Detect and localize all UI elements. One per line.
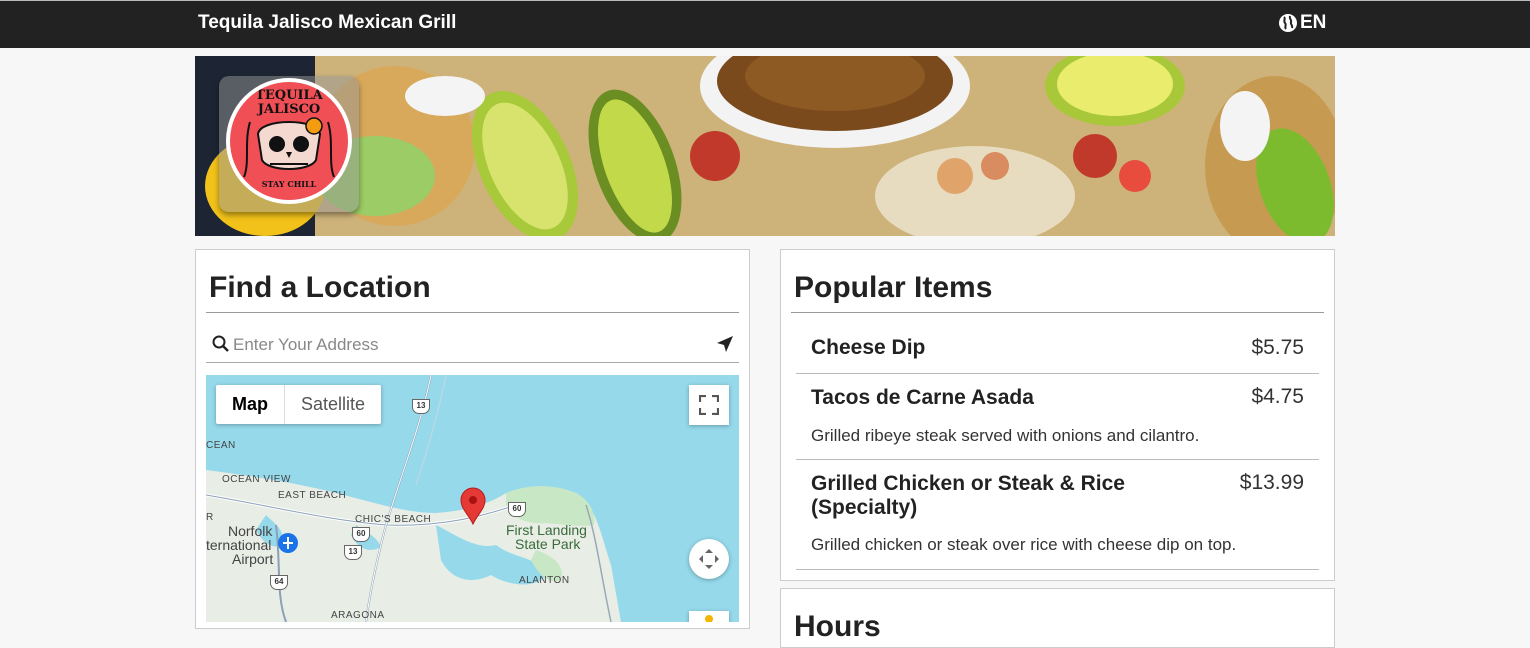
logo-text-1: TEQUILA bbox=[255, 88, 323, 103]
map-label-alanton: ALANTON bbox=[519, 575, 570, 586]
map-type-toggle: Map Satellite bbox=[216, 385, 382, 424]
route-shield: 60 bbox=[352, 527, 370, 542]
map-view-button[interactable]: Map bbox=[216, 385, 284, 424]
logo-tagline: STAY CHILL bbox=[261, 179, 317, 189]
restaurant-logo[interactable]: TEQUILA JALISCO STAY CHILL bbox=[226, 78, 352, 204]
menu-item-price: $5.75 bbox=[1251, 336, 1304, 359]
menu-item-name: Grilled Chicken or Steak & Rice (Special… bbox=[811, 472, 1125, 519]
hero-banner bbox=[195, 56, 1335, 236]
satellite-view-button[interactable]: Satellite bbox=[284, 385, 381, 424]
location-title: Find a Location bbox=[209, 271, 431, 304]
logo-text-2: JALISCO bbox=[257, 102, 321, 117]
menu-item[interactable]: Cheese Dip $5.75 bbox=[796, 322, 1319, 374]
menu-item-price: $13.99 bbox=[1239, 471, 1304, 494]
language-label: EN bbox=[1300, 12, 1327, 33]
search-icon bbox=[212, 335, 229, 352]
hero-food-image bbox=[195, 56, 1335, 236]
map-label-r: R bbox=[206, 512, 214, 523]
menu-item-description: Grilled chicken or steak over rice with … bbox=[811, 535, 1237, 554]
pegman-icon bbox=[705, 615, 713, 622]
fullscreen-icon bbox=[699, 395, 719, 415]
locate-me-icon[interactable] bbox=[716, 335, 734, 353]
map-label-state-park: State Park bbox=[515, 536, 581, 552]
brand-name[interactable]: Tequila Jalisco Mexican Grill bbox=[198, 12, 456, 34]
map-label-chics-beach: CHIC'S BEACH bbox=[355, 514, 432, 525]
menu-item-name: Cheese Dip bbox=[811, 336, 926, 359]
map-label-airport: Airport bbox=[232, 551, 274, 567]
map-label-ocean: CEAN bbox=[206, 440, 236, 451]
menu-item-description: Grilled ribeye steak served with onions … bbox=[811, 426, 1200, 445]
address-search bbox=[206, 326, 739, 363]
pan-control-icon bbox=[699, 549, 719, 569]
popular-items-title: Popular Items bbox=[794, 271, 993, 304]
top-navbar: Tequila Jalisco Mexican Grill EN bbox=[0, 0, 1530, 48]
map-label-aragona: ARAGONA bbox=[331, 610, 385, 621]
address-input[interactable] bbox=[231, 332, 705, 358]
map-label-ocean-view: OCEAN VIEW bbox=[222, 474, 291, 485]
location-divider bbox=[206, 312, 739, 313]
location-map[interactable]: 13 60 60 13 64 CEAN OCEAN VIEW EAST BEAC… bbox=[206, 375, 739, 622]
route-shield: 60 bbox=[508, 502, 526, 517]
menu-item-name: Tacos de Carne Asada bbox=[811, 386, 1034, 409]
map-label-east-beach: EAST BEACH bbox=[278, 490, 347, 501]
menu-item[interactable]: Tacos de Carne Asada $4.75 Grilled ribey… bbox=[796, 374, 1319, 460]
popular-divider bbox=[791, 312, 1324, 313]
menu-item[interactable]: Grilled Chicken or Steak & Rice (Special… bbox=[796, 460, 1319, 570]
camera-control-button[interactable] bbox=[689, 539, 729, 579]
hours-title: Hours bbox=[794, 610, 881, 643]
location-pin-icon[interactable] bbox=[459, 487, 487, 525]
menu-item-price: $4.75 bbox=[1251, 385, 1304, 408]
route-shield: 13 bbox=[344, 545, 362, 560]
route-shield: 64 bbox=[270, 575, 288, 590]
hours-panel: Hours bbox=[780, 588, 1335, 648]
language-selector[interactable]: EN bbox=[1278, 12, 1326, 34]
globe-icon bbox=[1279, 14, 1297, 32]
fullscreen-button[interactable] bbox=[689, 385, 729, 425]
route-shield: 13 bbox=[412, 399, 430, 414]
street-view-button[interactable] bbox=[689, 611, 729, 622]
